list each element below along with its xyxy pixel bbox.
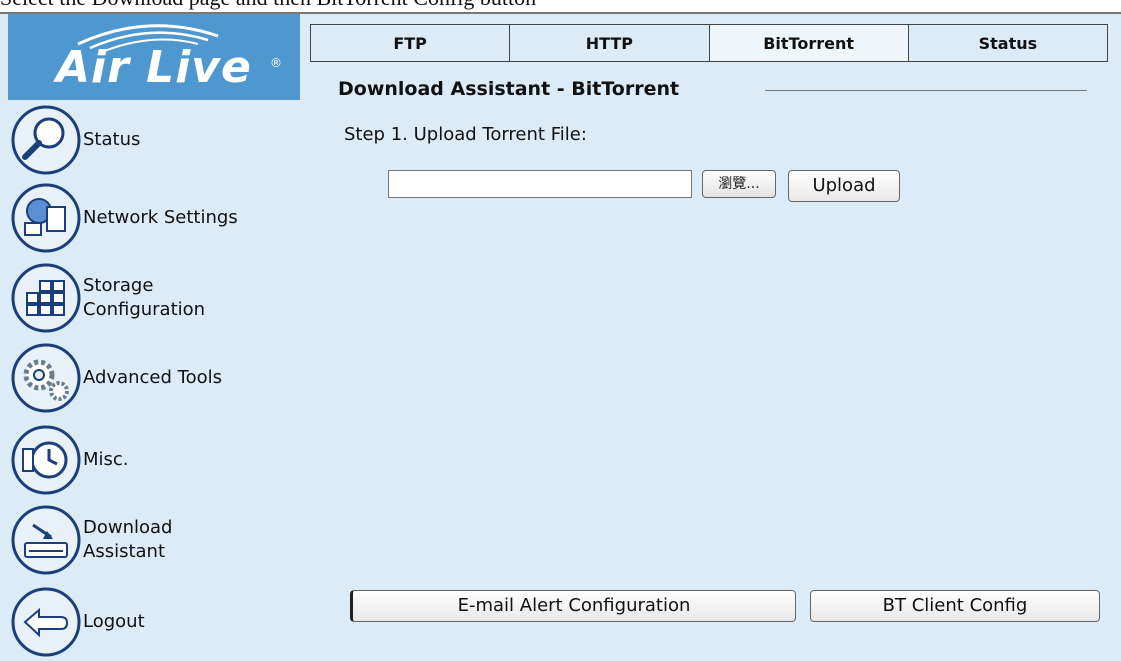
title-divider [765, 90, 1087, 91]
instruction-caption: Select the Download page and then BitTor… [0, 0, 1121, 11]
email-alert-config-button[interactable]: E-mail Alert Configuration [350, 590, 796, 622]
nav-item-logout[interactable]: Logout [8, 587, 145, 657]
nav-item-advanced-tools[interactable]: Advanced Tools [8, 343, 222, 413]
torrent-file-input[interactable] [388, 170, 692, 198]
nav-label: Download Assistant [83, 517, 173, 562]
back-arrow-icon [11, 587, 81, 657]
nav-item-storage-configuration[interactable]: Storage Configuration [8, 263, 206, 333]
logo-reg-mark: ® [270, 56, 282, 70]
step1-label: Step 1. Upload Torrent File: [344, 124, 587, 145]
airlive-logo: Air Live ® [8, 14, 300, 100]
logo-text: Air Live [56, 42, 252, 93]
gears-icon [11, 343, 81, 413]
download-tray-icon [11, 505, 81, 575]
clock-icon [11, 425, 81, 495]
nav-label: Storage Configuration [83, 275, 206, 320]
nav-item-download-assistant[interactable]: Download Assistant [8, 505, 173, 575]
upload-button[interactable]: Upload [788, 170, 900, 202]
page-title: Download Assistant - BitTorrent [338, 78, 680, 100]
tab-bittorrent[interactable]: BitTorrent [709, 25, 909, 61]
nav-item-misc[interactable]: Misc. [8, 425, 129, 495]
nav-item-status[interactable]: Status [8, 105, 141, 175]
bt-client-config-button[interactable]: BT Client Config [810, 590, 1100, 622]
magnifier-icon [11, 105, 81, 175]
tab-ftp[interactable]: FTP [311, 25, 511, 61]
nav-label: Logout [83, 611, 145, 632]
nav-label: Advanced Tools [83, 367, 222, 388]
browse-button[interactable]: 瀏覽... [702, 170, 776, 198]
storage-grid-icon [11, 263, 81, 333]
tab-http[interactable]: HTTP [510, 25, 710, 61]
nav-label: Network Settings [83, 207, 238, 228]
download-tabs: FTP HTTP BitTorrent Status [310, 24, 1108, 62]
nav-item-network-settings[interactable]: Network Settings [8, 183, 238, 253]
network-icon [11, 183, 81, 253]
nav-label: Misc. [83, 449, 129, 470]
nav-label: Status [83, 129, 141, 150]
tab-status[interactable]: Status [908, 25, 1107, 61]
